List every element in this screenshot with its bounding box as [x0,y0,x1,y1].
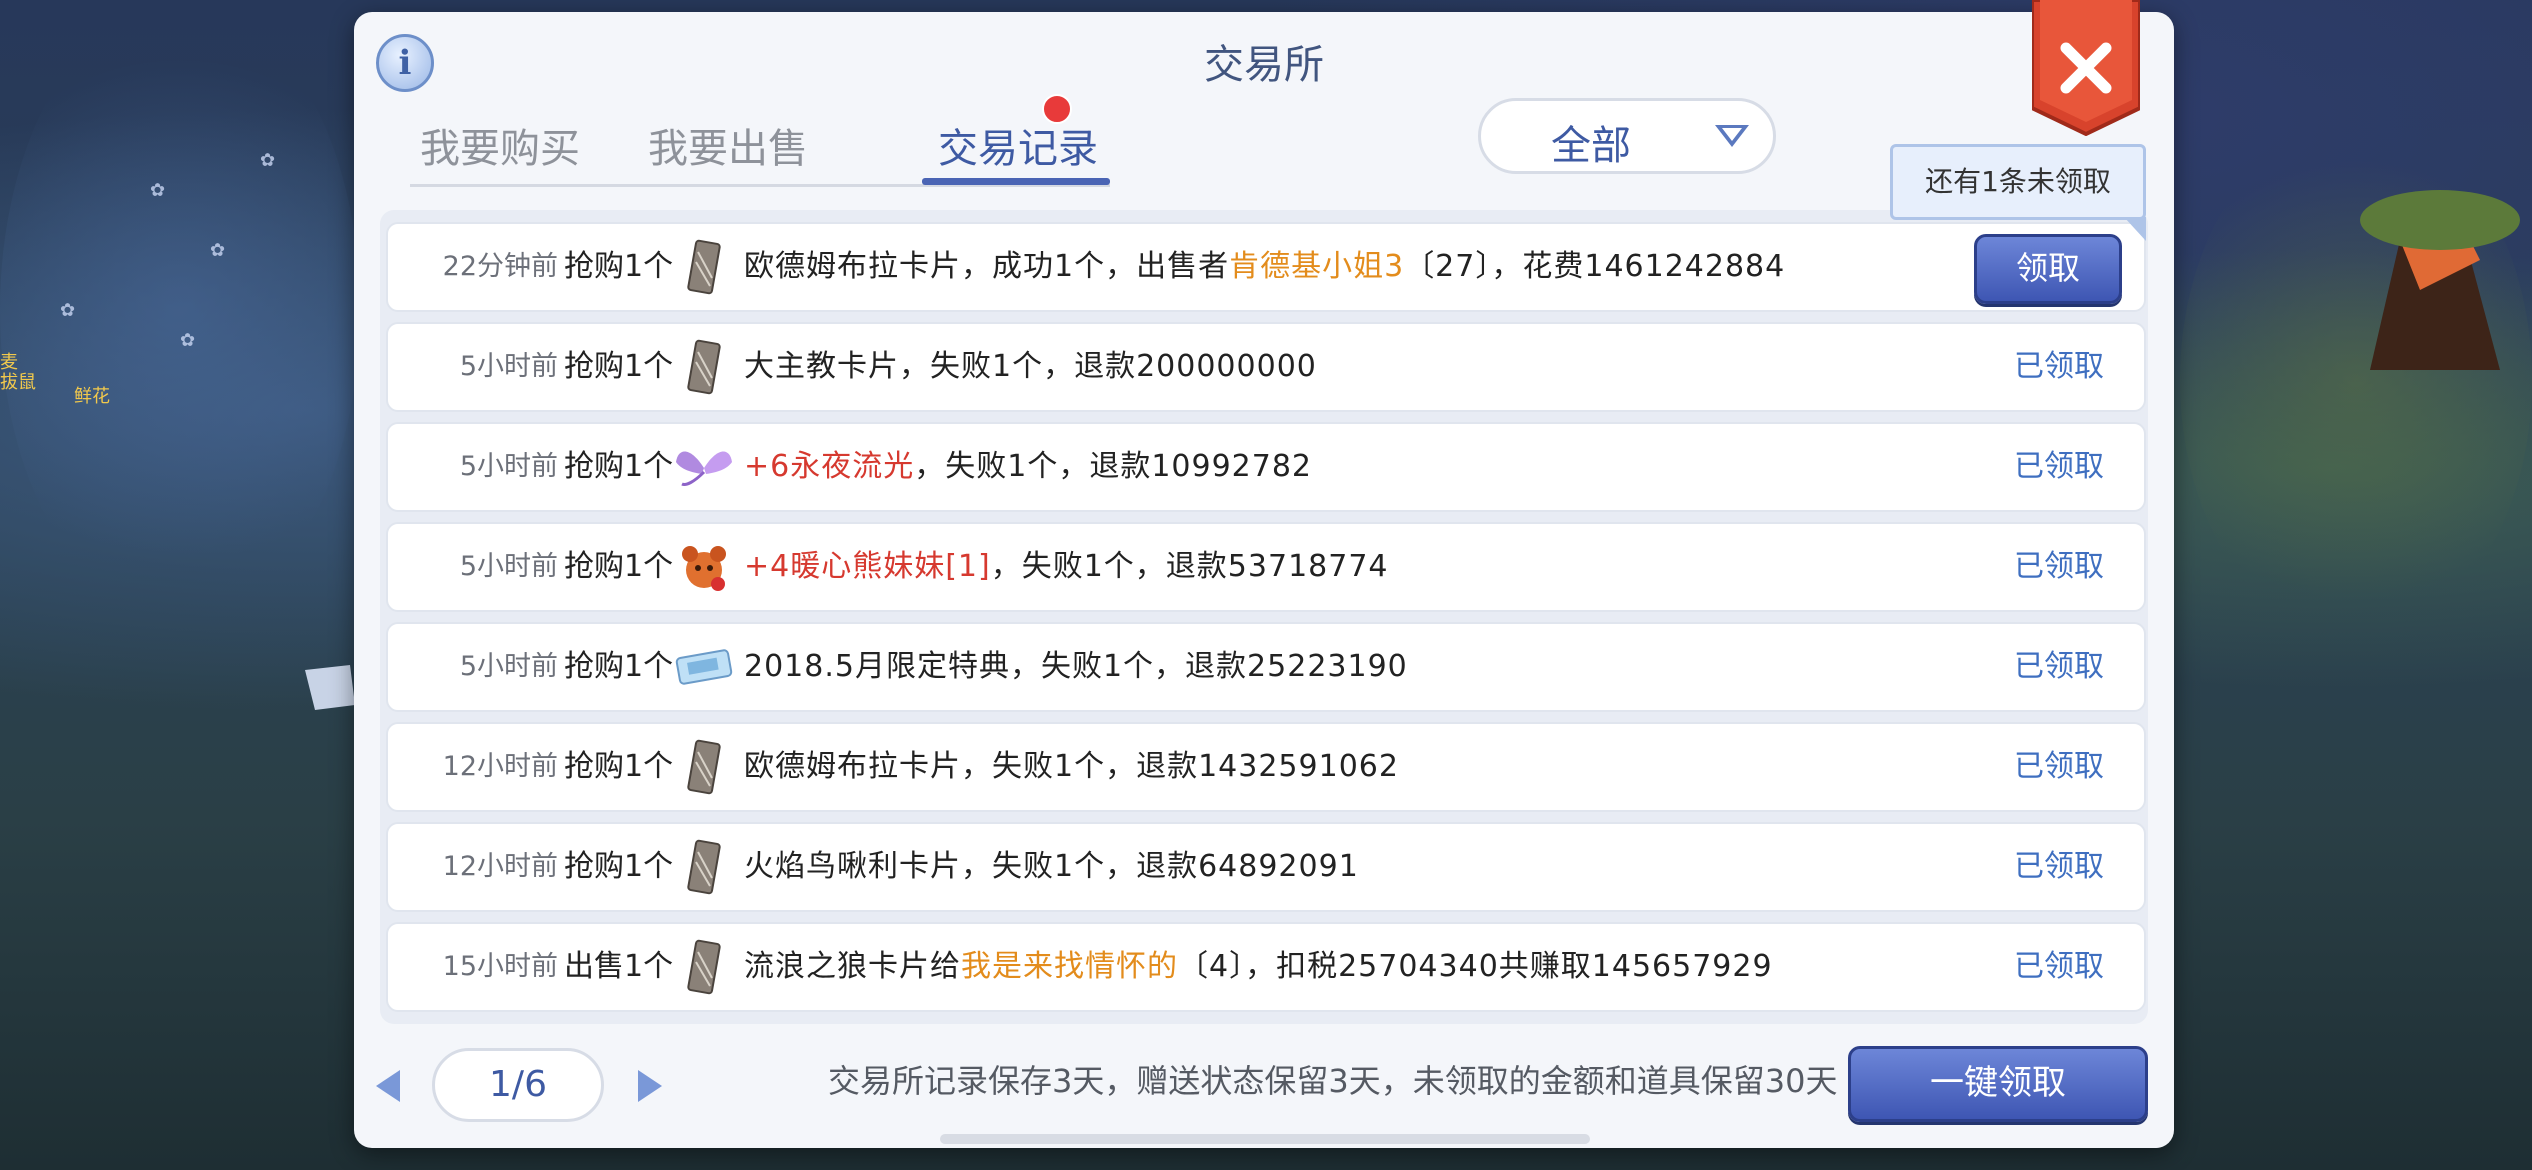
flower-icon: ✿ [180,330,196,351]
page-indicator: 1/6 [432,1048,604,1122]
record-row: 5小时前 抢购1个 +6永夜流光，失败1个，退款10992782 已领取 [386,422,2146,512]
notification-dot [1042,94,1072,124]
record-action: 抢购1个 [564,349,674,384]
highlight-text: 肯德基小姐3 [1229,249,1405,284]
record-row: 15小时前 出售1个 流浪之狼卡片给我是来找情怀的〔4〕，扣税25704340共赚取… [386,922,2146,1012]
description-text: 〔4〕，扣税25704340共赚取145657929 [1178,949,1773,984]
next-page-icon[interactable] [638,1070,662,1102]
highlight-text: +6永夜流光 [744,449,915,484]
claim-all-button[interactable]: 一键领取 [1848,1046,2148,1122]
record-action: 抢购1个 [564,549,674,584]
record-action: 抢购1个 [564,749,674,784]
card-icon[interactable] [674,238,734,296]
flower-icon: ✿ [210,240,226,261]
record-action: 抢购1个 [564,649,674,684]
tab-buy[interactable]: 我要购买 [420,116,580,174]
rock-icon [305,665,355,710]
record-description: 欧德姆布拉卡片，失败1个，退款1432591062 [744,724,1399,810]
record-action: 出售1个 [564,949,674,984]
record-time: 5小时前 [459,651,558,682]
claimed-status: 已领取 [2014,649,2104,684]
unclaimed-tooltip: 还有1条未领取 [1890,144,2146,241]
record-list[interactable]: 22分钟前 抢购1个 欧德姆布拉卡片，成功1个，出售者肯德基小姐3〔27〕，花费14… [380,210,2148,1024]
close-icon[interactable] [2032,0,2140,136]
description-text: 大主教卡片，失败1个，退款200000000 [744,349,1317,384]
record-row: 5小时前 抢购1个 +4暖心熊妹妹[1]，失败1个，退款53718774 已领取 [386,522,2146,612]
record-time: 5小时前 [459,451,558,482]
bear-icon[interactable] [674,538,734,596]
description-text: 欧德姆布拉卡片，成功1个，出售者 [744,249,1230,284]
record-time: 22分钟前 [442,251,558,282]
filter-dropdown[interactable]: 全部 [1478,98,1776,174]
record-description: 欧德姆布拉卡片，成功1个，出售者肯德基小姐3〔27〕，花费1461242884 [744,224,1785,310]
description-text: 2018.5月限定特典，失败1个，退款25223190 [744,649,1408,684]
record-time: 5小时前 [459,351,558,382]
tab-active-indicator [922,178,1110,185]
claimed-status: 已领取 [2014,849,2104,884]
record-row: 22分钟前 抢购1个 欧德姆布拉卡片，成功1个，出售者肯德基小姐3〔27〕，花费14… [386,222,2146,312]
card-icon[interactable] [674,838,734,896]
description-text: 欧德姆布拉卡片，失败1个，退款1432591062 [744,749,1399,784]
flower-icon: ✿ [260,150,276,171]
record-time: 12小时前 [442,751,558,782]
claim-button[interactable]: 领取 [1974,234,2122,304]
description-text: 流浪之狼卡片给 [744,949,961,984]
card-icon[interactable] [674,938,734,996]
claimed-status: 已领取 [2014,949,2104,984]
bush-left [0,0,360,620]
retention-notice: 交易所记录保存3天，赠送状态保留3天，未领取的金额和道具保留30天 [828,1062,1838,1100]
prev-page-icon[interactable] [376,1070,400,1102]
claimed-status: 已领取 [2014,449,2104,484]
card-icon[interactable] [674,738,734,796]
wings-icon[interactable] [674,438,734,496]
description-text: 火焰鸟啾利卡片，失败1个，退款64892091 [744,849,1359,884]
record-description: 2018.5月限定特典，失败1个，退款25223190 [744,624,1408,710]
flower-icon: ✿ [150,180,166,201]
filter-selected: 全部 [1551,123,1631,169]
npc-label: 鲜花 [74,386,110,407]
record-description: +4暖心熊妹妹[1]，失败1个，退款53718774 [744,524,1389,610]
highlight-text: 我是来找情怀的 [961,949,1178,984]
highlight-text: +4暖心熊妹妹[1] [744,549,991,584]
record-row: 5小时前 抢购1个 大主教卡片，失败1个，退款200000000 已领取 [386,322,2146,412]
record-time: 12小时前 [442,851,558,882]
claimed-status: 已领取 [2014,749,2104,784]
record-action: 抢购1个 [564,849,674,884]
flower-icon: ✿ [60,300,76,321]
claimed-status: 已领取 [2014,549,2104,584]
record-row: 12小时前 抢购1个 火焰鸟啾利卡片，失败1个，退款64892091 已领取 [386,822,2146,912]
record-description: +6永夜流光，失败1个，退款10992782 [744,424,1312,510]
description-text: ，失败1个，退款53718774 [990,549,1389,584]
tab-trade-record[interactable]: 交易记录 [938,116,1098,174]
dropdown-arrow-icon [1715,125,1749,147]
claimed-status: 已领取 [2014,349,2104,384]
record-description: 火焰鸟啾利卡片，失败1个，退款64892091 [744,824,1359,910]
npc-label: 拔鼠 [0,372,36,393]
tab-bar: 我要购买 我要出售 交易记录 [410,104,1110,187]
record-time: 5小时前 [459,551,558,582]
page-title: 交易所 [1204,42,1324,88]
description-text: ，失败1个，退款10992782 [914,449,1313,484]
record-action: 抢购1个 [564,249,674,284]
description-text: 〔27〕，花费1461242884 [1404,249,1786,284]
record-description: 流浪之狼卡片给我是来找情怀的〔4〕，扣税25704340共赚取145657929 [744,924,1773,1010]
record-time: 15小时前 [442,951,558,982]
tree-stump-icon [2360,190,2520,370]
tab-sell[interactable]: 我要出售 [648,116,808,174]
card-icon[interactable] [674,338,734,396]
ticket-icon[interactable] [674,638,734,696]
scrollbar[interactable] [940,1134,1590,1144]
record-description: 大主教卡片，失败1个，退款200000000 [744,324,1317,410]
record-action: 抢购1个 [564,449,674,484]
record-row: 12小时前 抢购1个 欧德姆布拉卡片，失败1个，退款1432591062 已领取 [386,722,2146,812]
record-row: 5小时前 抢购1个 2018.5月限定特典，失败1个，退款25223190 已领取 [386,622,2146,712]
